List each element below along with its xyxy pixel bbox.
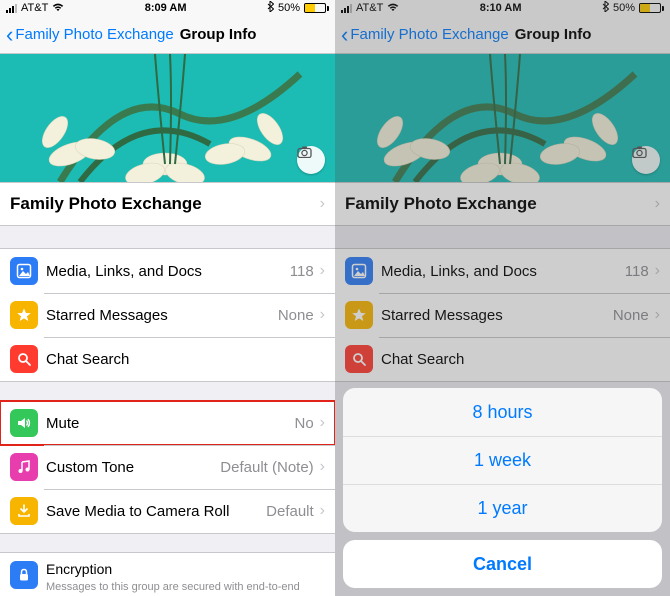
nav-title: Group Info: [180, 26, 257, 43]
row-label: Media, Links, and Docs: [46, 263, 290, 280]
status-bar: AT&T 8:10 AM 50%: [335, 0, 670, 16]
left-phone: AT&T 8:09 AM 50% ‹ Family Photo Exchange…: [0, 0, 335, 596]
back-button: Family Photo Exchange: [350, 26, 508, 43]
row-label: Chat Search: [381, 351, 660, 368]
camera-button: [632, 146, 660, 174]
right-phone: AT&T 8:10 AM 50% ‹ Family Photo Exchange…: [335, 0, 670, 596]
back-chevron-icon: ‹: [341, 24, 348, 46]
row-label: Mute: [46, 415, 294, 432]
cover-image: [0, 54, 335, 182]
row-label: Starred Messages: [46, 307, 278, 324]
row-starred: Starred Messages None ›: [335, 293, 670, 337]
row-value: No: [294, 415, 313, 432]
row-mute[interactable]: Mute No ›: [0, 401, 335, 445]
row-value: None: [278, 307, 314, 324]
chevron-right-icon: ›: [320, 458, 325, 476]
battery-percent: 50%: [278, 2, 300, 14]
section-settings: Mute No › Custom Tone Default (Note) › S…: [0, 400, 335, 534]
nav-title: Group Info: [515, 26, 592, 43]
camera-icon: [297, 146, 312, 158]
chevron-right-icon: ›: [320, 195, 325, 213]
chevron-right-icon: ›: [320, 306, 325, 324]
carrier-label: AT&T: [21, 2, 48, 14]
star-icon: [345, 301, 373, 329]
camera-icon: [632, 146, 647, 158]
row-label: Encryption: [46, 561, 112, 577]
search-icon: [10, 345, 38, 373]
row-custom-tone[interactable]: Custom Tone Default (Note) ›: [0, 445, 335, 489]
action-sheet-options: 8 hours 1 week 1 year: [343, 388, 662, 532]
mute-option-8-hours[interactable]: 8 hours: [343, 388, 662, 436]
nav-bar: ‹ Family Photo Exchange Group Info: [335, 16, 670, 54]
mute-option-1-year[interactable]: 1 year: [343, 484, 662, 532]
row-value: None: [613, 307, 649, 324]
row-label: Chat Search: [46, 351, 325, 368]
chevron-right-icon: ›: [320, 502, 325, 520]
chevron-right-icon: ›: [655, 195, 660, 213]
row-search[interactable]: Chat Search: [0, 337, 335, 381]
lock-icon: [10, 561, 38, 589]
speaker-icon: [10, 409, 38, 437]
row-value: Default (Note): [220, 459, 313, 476]
carrier-label: AT&T: [356, 2, 383, 14]
chevron-right-icon: ›: [655, 262, 660, 280]
bluetooth-icon: [267, 1, 274, 15]
media-icon: [345, 257, 373, 285]
cover-image: [335, 54, 670, 182]
battery-percent: 50%: [613, 2, 635, 14]
back-chevron-icon[interactable]: ‹: [6, 24, 13, 46]
row-media[interactable]: Media, Links, and Docs 118 ›: [0, 249, 335, 293]
section-content: Media, Links, and Docs 118 › Starred Mes…: [335, 248, 670, 382]
row-search: Chat Search: [335, 337, 670, 381]
camera-button[interactable]: [297, 146, 325, 174]
section-encryption: Encryption Messages to this group are se…: [0, 552, 335, 596]
back-button[interactable]: Family Photo Exchange: [15, 26, 173, 43]
action-sheet-cancel[interactable]: Cancel: [343, 540, 662, 588]
status-time: 8:09 AM: [145, 2, 187, 14]
mute-option-1-week[interactable]: 1 week: [343, 436, 662, 484]
row-value: Default: [266, 503, 314, 520]
signal-icon: [6, 4, 17, 13]
wifi-icon: [387, 2, 399, 15]
group-name-row: Family Photo Exchange ›: [335, 182, 670, 226]
battery-icon: [304, 3, 329, 13]
bluetooth-icon: [602, 1, 609, 15]
chevron-right-icon: ›: [320, 262, 325, 280]
row-value: 118: [625, 263, 649, 280]
row-starred[interactable]: Starred Messages None ›: [0, 293, 335, 337]
encryption-subtitle: Messages to this group are secured with …: [46, 581, 325, 596]
nav-bar: ‹ Family Photo Exchange Group Info: [0, 16, 335, 54]
status-bar: AT&T 8:09 AM 50%: [0, 0, 335, 16]
group-name: Family Photo Exchange: [345, 194, 655, 214]
signal-icon: [341, 4, 352, 13]
music-icon: [10, 453, 38, 481]
wifi-icon: [52, 2, 64, 15]
status-time: 8:10 AM: [480, 2, 522, 14]
row-label: Custom Tone: [46, 459, 220, 476]
star-icon: [10, 301, 38, 329]
download-icon: [10, 497, 38, 525]
row-label: Save Media to Camera Roll: [46, 503, 266, 520]
row-value: 118: [290, 263, 314, 280]
row-encryption[interactable]: Encryption Messages to this group are se…: [0, 553, 335, 596]
action-sheet: 8 hours 1 week 1 year Cancel: [335, 380, 670, 596]
row-label: Starred Messages: [381, 307, 613, 324]
section-content: Media, Links, and Docs 118 › Starred Mes…: [0, 248, 335, 382]
chevron-right-icon: ›: [320, 414, 325, 432]
group-name: Family Photo Exchange: [10, 194, 320, 214]
group-name-row[interactable]: Family Photo Exchange ›: [0, 182, 335, 226]
row-label: Media, Links, and Docs: [381, 263, 625, 280]
media-icon: [10, 257, 38, 285]
row-save-media[interactable]: Save Media to Camera Roll Default ›: [0, 489, 335, 533]
battery-icon: [639, 3, 664, 13]
row-media: Media, Links, and Docs 118 ›: [335, 249, 670, 293]
chevron-right-icon: ›: [655, 306, 660, 324]
search-icon: [345, 345, 373, 373]
